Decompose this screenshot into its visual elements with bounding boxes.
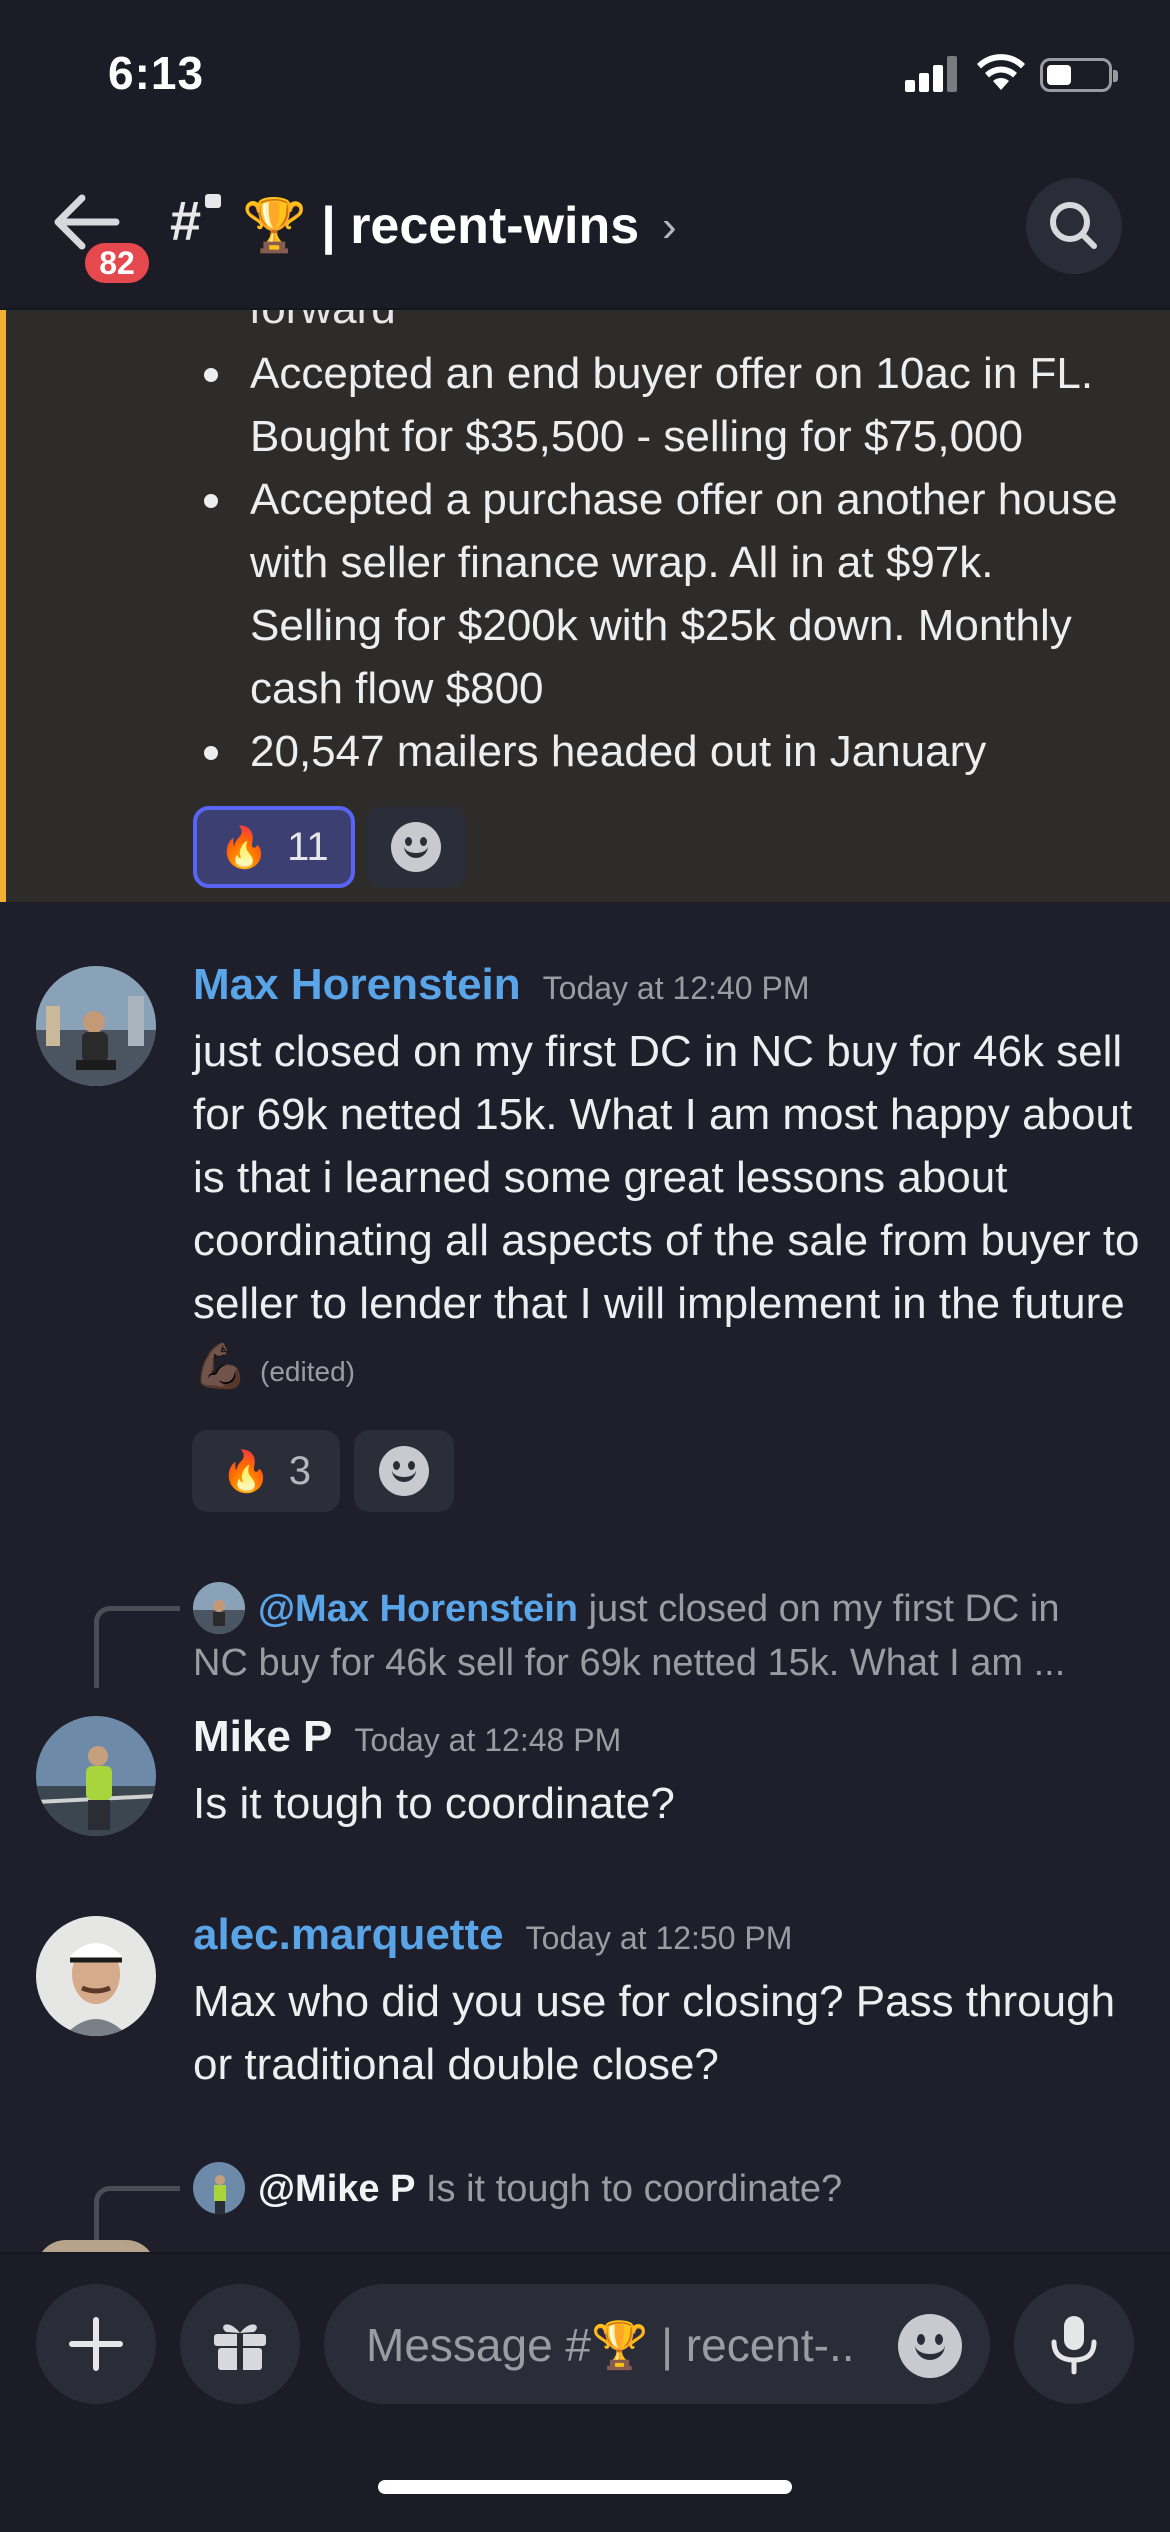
search-button[interactable] [1026, 178, 1122, 274]
reply-preview[interactable]: @Mike P Is it tough to coordinate? [258, 2162, 1138, 2216]
author-name[interactable]: Mike P [193, 1712, 332, 1761]
voice-message-button[interactable] [1014, 2284, 1134, 2404]
add-reaction-button[interactable] [354, 1430, 454, 1512]
avatar[interactable] [36, 2240, 156, 2252]
message-composer: Message #🏆 | recent-.. [0, 2252, 1170, 2532]
reply-avatar [193, 1582, 245, 1634]
wifi-icon [977, 54, 1025, 90]
avatar[interactable] [36, 1716, 156, 1836]
message-timestamp: Today at 12:50 PM [525, 1920, 793, 1956]
smile-icon [379, 1446, 429, 1496]
search-icon [1050, 202, 1097, 249]
message-text: just closed on my first DC in NC buy for… [193, 1020, 1143, 1403]
status-bar: 6:13 [0, 0, 1170, 150]
reply-snippet-continued[interactable]: NC buy for 46k sell for 69k netted 15k. … [193, 1636, 1143, 1690]
emoji-picker-icon[interactable] [898, 2314, 962, 2378]
unread-badge: 82 [80, 238, 154, 288]
reply-connector [94, 2186, 180, 2246]
cellular-signal-icon [905, 56, 959, 92]
author-name[interactable]: alec.marquette [193, 1910, 504, 1959]
message-text: Is it tough to coordinate? [193, 1779, 675, 1828]
message-author[interactable]: Mike P Today at 12:48 PM [193, 1712, 621, 1762]
gift-icon [214, 2324, 266, 2370]
avatar[interactable] [36, 966, 156, 1086]
message-author[interactable]: alec.marquette Today at 12:50 PM [193, 1910, 792, 1960]
fire-emoji-icon: 🔥 [220, 1449, 271, 1494]
reply-connector [94, 1606, 180, 1688]
smile-icon [391, 822, 441, 872]
fire-reaction-button[interactable]: 🔥 3 [192, 1430, 340, 1512]
gift-button[interactable] [180, 2284, 300, 2404]
battery-icon [1040, 58, 1118, 92]
reply-preview[interactable]: @Max Horenstein just closed on my first … [258, 1582, 1138, 1636]
channel-header: 82 # 🏆 | recent-wins › [0, 150, 1170, 310]
lock-icon [205, 194, 221, 208]
flexed-biceps-emoji: 💪🏿 [193, 1342, 248, 1391]
channel-title[interactable]: 🏆 | recent-wins [242, 195, 639, 256]
message-placeholder: Message #🏆 | recent-.. [366, 2319, 855, 2371]
message-timestamp: Today at 12:40 PM [542, 970, 810, 1006]
avatar[interactable] [36, 1916, 156, 2036]
add-reaction-button[interactable] [366, 806, 466, 888]
list-item: Accepted a purchase offer on another hou… [196, 468, 1136, 720]
message-body: just closed on my first DC in NC buy for… [193, 1027, 1140, 1328]
cut-text-line: forward [249, 310, 396, 334]
home-indicator[interactable] [378, 2480, 792, 2494]
message-text: Max who did you use for closing? Pass th… [193, 1977, 1116, 2089]
reply-snippet: just closed on my first DC in [588, 1588, 1060, 1630]
add-attachment-button[interactable] [36, 2284, 156, 2404]
fire-emoji-icon: 🔥 [219, 825, 270, 870]
list-item: Accepted an end buyer offer on 10ac in F… [196, 342, 1136, 468]
highlighted-message: forward Accepted an end buyer offer on 1… [0, 310, 1170, 902]
microphone-icon [1051, 2316, 1097, 2375]
bullet-list: Accepted an end buyer offer on 10ac in F… [196, 342, 1136, 783]
status-time: 6:13 [108, 47, 205, 99]
message-list[interactable]: forward Accepted an end buyer offer on 1… [0, 310, 1170, 2252]
chevron-right-icon[interactable]: › [662, 202, 677, 252]
channel-hash-icon: # [170, 189, 202, 252]
message-input[interactable]: Message #🏆 | recent-.. [324, 2284, 990, 2404]
reply-mention[interactable]: @Mike P [258, 2168, 415, 2210]
reply-avatar [193, 2162, 245, 2214]
message-timestamp: Today at 12:48 PM [354, 1722, 622, 1758]
plus-icon [69, 2317, 123, 2371]
reply-mention[interactable]: @Max Horenstein [258, 1588, 578, 1630]
message-author[interactable]: Max Horenstein Today at 12:40 PM [193, 960, 809, 1010]
author-name[interactable]: Max Horenstein [193, 960, 521, 1009]
reaction-count: 11 [287, 824, 329, 869]
reaction-count: 3 [288, 1448, 312, 1493]
list-item: 20,547 mailers headed out in January [196, 720, 1136, 783]
fire-reaction-button[interactable]: 🔥 11 [193, 806, 355, 888]
edited-label: (edited) [260, 1356, 355, 1387]
reply-snippet: Is it tough to coordinate? [426, 2168, 843, 2210]
